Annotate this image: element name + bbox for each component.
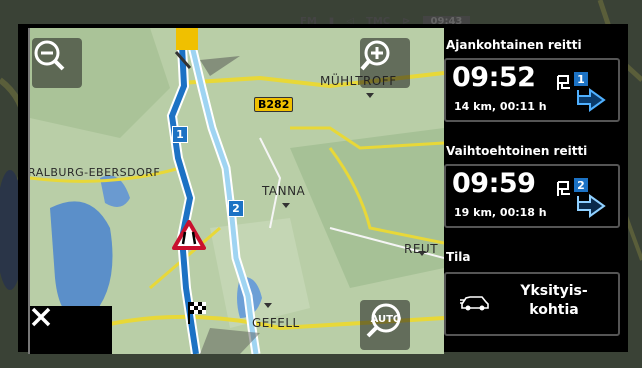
- zoom-out-button[interactable]: [32, 38, 82, 88]
- car-icon: [460, 296, 489, 311]
- route2-marker: 2: [228, 200, 244, 217]
- alternative-route-button[interactable]: 09:59 2 19 km, 00:18 h: [444, 164, 620, 228]
- current-route-title: Ajankohtainen reitti: [446, 38, 582, 52]
- map-label-reuth: REUT: [404, 242, 439, 256]
- route-panel: Ajankohtainen reitti 09:52 1 14 km, 00:1…: [444, 24, 628, 352]
- zoom-out-icon: [34, 40, 65, 71]
- zoom-in-button[interactable]: [360, 38, 410, 88]
- mode-label: Yksityis- kohtia: [520, 283, 588, 318]
- finish-flag-icon: [557, 181, 570, 196]
- alternative-route-eta: 09:59: [452, 168, 536, 199]
- auto-zoom-icon: AUTO: [366, 303, 402, 338]
- map-label-gefell: GEFELL: [252, 316, 300, 330]
- road-badge-b282: B282: [254, 97, 294, 112]
- mode-title: Tila: [446, 250, 471, 264]
- current-route-details: 14 km, 00:11 h: [454, 100, 547, 113]
- current-route-button[interactable]: 09:52 1 14 km, 00:11 h: [444, 58, 620, 122]
- destination-flag-icon: [188, 302, 206, 324]
- alternative-route-number: 2: [577, 179, 585, 192]
- route1-arrow-icon: 1: [574, 72, 606, 112]
- close-icon: [31, 307, 51, 327]
- route2-arrow-icon: 2: [574, 178, 606, 218]
- auto-zoom-label: AUTO: [371, 314, 402, 325]
- zoom-in-icon: [360, 40, 390, 71]
- route-overview-dialog: MÜHLTROFF RALBURG-EBERSDORF TANNA REUT G…: [18, 24, 628, 354]
- auto-zoom-button[interactable]: AUTO: [360, 300, 410, 350]
- close-button[interactable]: [30, 306, 112, 354]
- current-route-number: 1: [577, 73, 585, 86]
- traffic-warning-icon[interactable]: [172, 220, 206, 250]
- finish-flag-icon: [557, 75, 570, 90]
- alternative-route-title: Vaihtoehtoinen reitti: [446, 144, 588, 158]
- map-label-tanna: TANNA: [262, 184, 306, 198]
- route1-marker: 1: [172, 126, 188, 143]
- map-label-ebersdorf: RALBURG-EBERSDORF: [28, 166, 161, 179]
- alternative-route-details: 19 km, 00:18 h: [454, 206, 547, 219]
- mode-button[interactable]: Yksityis- kohtia: [444, 272, 620, 336]
- route-map[interactable]: MÜHLTROFF RALBURG-EBERSDORF TANNA REUT G…: [28, 28, 444, 354]
- current-route-eta: 09:52: [452, 62, 536, 93]
